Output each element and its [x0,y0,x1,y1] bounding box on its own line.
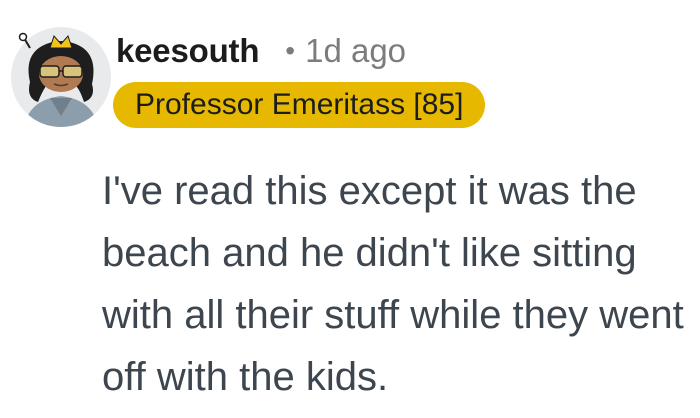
snoo-avatar-icon [11,27,111,127]
meta-separator: • [285,35,296,66]
user-flair-badge: Professor Emeritass [85] [113,82,486,128]
user-flair-text: Professor Emeritass [85] [135,88,464,121]
user-avatar[interactable] [10,26,112,128]
comment: keesouth • 1d ago Professor Emeritass [8… [0,0,700,418]
username-link[interactable]: keesouth [116,32,259,70]
comment-body: I've read this except it was the beach a… [102,169,684,399]
comment-header: keesouth • 1d ago [116,26,406,76]
timestamp[interactable]: 1d ago [305,32,406,70]
